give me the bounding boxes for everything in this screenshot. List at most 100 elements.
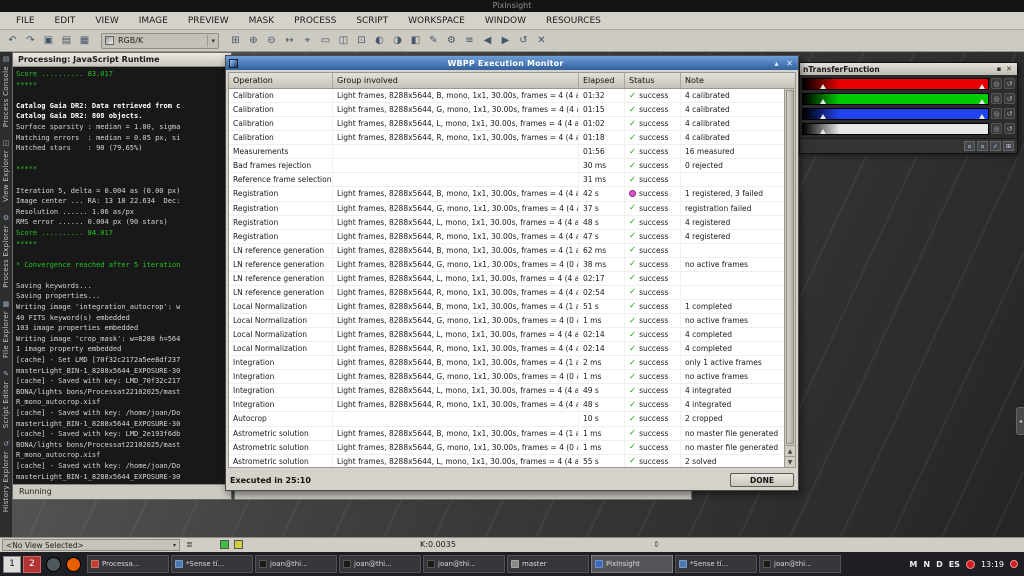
console-title-bar[interactable]: Processing: JavaScript Runtime [13, 53, 231, 67]
tray-icon-d[interactable]: D [936, 560, 943, 569]
table-row[interactable]: LN reference generationLight frames, 828… [229, 258, 795, 272]
shadow-slider-icon[interactable] [820, 129, 826, 134]
side-tab-history-explorer[interactable]: ↺History Explorer [2, 440, 10, 512]
side-tab-process-console[interactable]: ▤Process Console [2, 55, 10, 127]
duplicate-view-icon[interactable]: ⊡ [353, 32, 370, 49]
table-row[interactable]: IntegrationLight frames, 8288x5644, R, m… [229, 398, 795, 412]
table-row[interactable]: CalibrationLight frames, 8288x5644, R, m… [229, 131, 795, 145]
red-channel-reset-icon[interactable]: ↺ [1004, 78, 1015, 89]
notification-dot-icon[interactable] [966, 560, 975, 569]
taskbar-window-button[interactable]: *Sense tí... [171, 555, 253, 573]
side-tab-process-explorer[interactable]: ⚙Process Explorer [2, 214, 10, 288]
tray-icon-es[interactable]: ES [949, 560, 960, 569]
table-row[interactable]: Local NormalizationLight frames, 8288x56… [229, 300, 795, 314]
stf-icon[interactable]: ◧ [407, 32, 424, 49]
view-selector[interactable]: <No View Selected> ▾ [2, 539, 180, 551]
stf-close-icon[interactable]: ✕ [1004, 65, 1014, 73]
menu-window[interactable]: WINDOW [475, 12, 536, 30]
grid-icon[interactable]: ⊞ [227, 32, 244, 49]
column-header-note[interactable]: Note [681, 73, 795, 88]
table-row[interactable]: RegistrationLight frames, 8288x5644, G, … [229, 202, 795, 216]
menu-workspace[interactable]: WORKSPACE [398, 12, 475, 30]
dialog-title-bar[interactable]: WBPP Execution Monitor ▴ ✕ [226, 56, 798, 70]
red-channel-track-icon[interactable]: ◎ [991, 78, 1002, 89]
luminance-channel-bar[interactable] [802, 123, 989, 135]
shade-window-icon[interactable]: ▤ [58, 32, 75, 49]
next-view-icon[interactable]: ▶ [497, 32, 514, 49]
menu-view[interactable]: VIEW [85, 12, 128, 30]
channel-selector[interactable]: RGB/K ▾ [101, 33, 219, 49]
tray-icon-m[interactable]: M [909, 560, 917, 569]
stf-enabled-check-icon[interactable]: ✓ [990, 141, 1001, 151]
alert-dot-icon[interactable] [1010, 560, 1018, 568]
blue-channel-track-icon[interactable]: ◎ [991, 108, 1002, 119]
stf-reset-icon[interactable]: ⊞ [1003, 141, 1014, 151]
background-color-swatch[interactable] [234, 540, 243, 549]
menu-file[interactable]: FILE [6, 12, 45, 30]
annotate-icon[interactable]: ✎ [425, 32, 442, 49]
undo-icon[interactable]: ↶ [4, 32, 21, 49]
table-row[interactable]: Local NormalizationLight frames, 8288x56… [229, 328, 795, 342]
scroll-down-icon[interactable]: ▼ [785, 456, 795, 467]
taskbar-window-button[interactable]: joan@thi... [339, 555, 421, 573]
luminance-channel-track-icon[interactable]: ◎ [991, 123, 1002, 134]
table-scrollbar[interactable]: ▲ ▼ [784, 89, 795, 467]
invert-mask-icon[interactable]: ◑ [389, 32, 406, 49]
taskbar-window-button[interactable]: Processa... [87, 555, 169, 573]
readout-icon[interactable]: ⌖ [299, 32, 316, 49]
stf-boost-checkbox-icon[interactable]: ▫ [964, 141, 975, 151]
green-channel-reset-icon[interactable]: ↺ [1004, 93, 1015, 104]
table-row[interactable]: Astrometric solutionLight frames, 8288x5… [229, 427, 795, 441]
tile-windows-icon[interactable]: ▦ [76, 32, 93, 49]
menu-preview[interactable]: PREVIEW [178, 12, 239, 30]
table-row[interactable]: RegistrationLight frames, 8288x5644, R, … [229, 230, 795, 244]
table-row[interactable]: Astrometric solutionLight frames, 8288x5… [229, 455, 795, 467]
mask-toggle-icon[interactable]: ◐ [371, 32, 388, 49]
table-row[interactable]: CalibrationLight frames, 8288x5644, L, m… [229, 117, 795, 131]
scrollbar-thumb[interactable] [786, 90, 794, 444]
clock[interactable]: 13:19 [981, 560, 1004, 569]
taskbar-window-button[interactable]: joan@thi... [759, 555, 841, 573]
shadow-slider-icon[interactable] [820, 99, 826, 104]
stf-link-checkbox-icon[interactable]: ▫ [977, 141, 988, 151]
process-icon[interactable]: ⚙ [443, 32, 460, 49]
column-header-group-involved[interactable]: Group involved [333, 73, 579, 88]
previous-view-icon[interactable]: ◀ [479, 32, 496, 49]
table-row[interactable]: Measurements01:56✓success16 measured [229, 145, 795, 159]
luminance-channel-reset-icon[interactable]: ↺ [1004, 123, 1015, 134]
side-tab-view-explorer[interactable]: ◫View Explorer [2, 139, 10, 202]
shadow-slider-icon[interactable] [820, 84, 826, 89]
red-channel-bar[interactable] [802, 78, 989, 90]
iconize-icon[interactable]: ▣ [40, 32, 57, 49]
zoom-in-icon[interactable]: ⊕ [245, 32, 262, 49]
resize-grip-icon[interactable]: ⇕ [653, 540, 660, 549]
menu-image[interactable]: IMAGE [129, 12, 178, 30]
column-header-status[interactable]: Status [625, 73, 681, 88]
workspace-button-1[interactable]: 1 [3, 556, 21, 573]
menu-script[interactable]: SCRIPT [346, 12, 398, 30]
view-list-icon[interactable]: ≣ [186, 540, 193, 549]
close-view-icon[interactable]: ✕ [533, 32, 550, 49]
blue-channel-reset-icon[interactable]: ↺ [1004, 108, 1015, 119]
table-row[interactable]: Autocrop10 s✓success2 cropped [229, 412, 795, 426]
table-row[interactable]: CalibrationLight frames, 8288x5644, G, m… [229, 103, 795, 117]
done-button[interactable]: DONE [730, 473, 794, 487]
table-row[interactable]: Bad frames rejection30 ms✓success0 rejec… [229, 159, 795, 173]
taskbar-window-button[interactable]: *Sense tí... [675, 555, 757, 573]
fit-view-icon[interactable]: ↔ [281, 32, 298, 49]
menu-resources[interactable]: RESOURCES [536, 12, 611, 30]
foreground-color-swatch[interactable] [220, 540, 229, 549]
panel-slide-tab[interactable]: ◂ [1016, 407, 1024, 435]
table-row[interactable]: IntegrationLight frames, 8288x5644, B, m… [229, 356, 795, 370]
taskbar-window-button[interactable]: PixInsight [591, 555, 673, 573]
split-view-icon[interactable]: ◫ [335, 32, 352, 49]
table-row[interactable]: Local NormalizationLight frames, 8288x56… [229, 342, 795, 356]
taskbar-window-button[interactable]: joan@thi... [255, 555, 337, 573]
shade-button[interactable]: ▴ [771, 58, 782, 69]
redo-icon[interactable]: ↷ [22, 32, 39, 49]
new-preview-icon[interactable]: ▭ [317, 32, 334, 49]
highlight-slider-icon[interactable] [979, 129, 985, 134]
green-channel-track-icon[interactable]: ◎ [991, 93, 1002, 104]
table-row[interactable]: IntegrationLight frames, 8288x5644, G, m… [229, 370, 795, 384]
close-button[interactable]: ✕ [784, 58, 795, 69]
